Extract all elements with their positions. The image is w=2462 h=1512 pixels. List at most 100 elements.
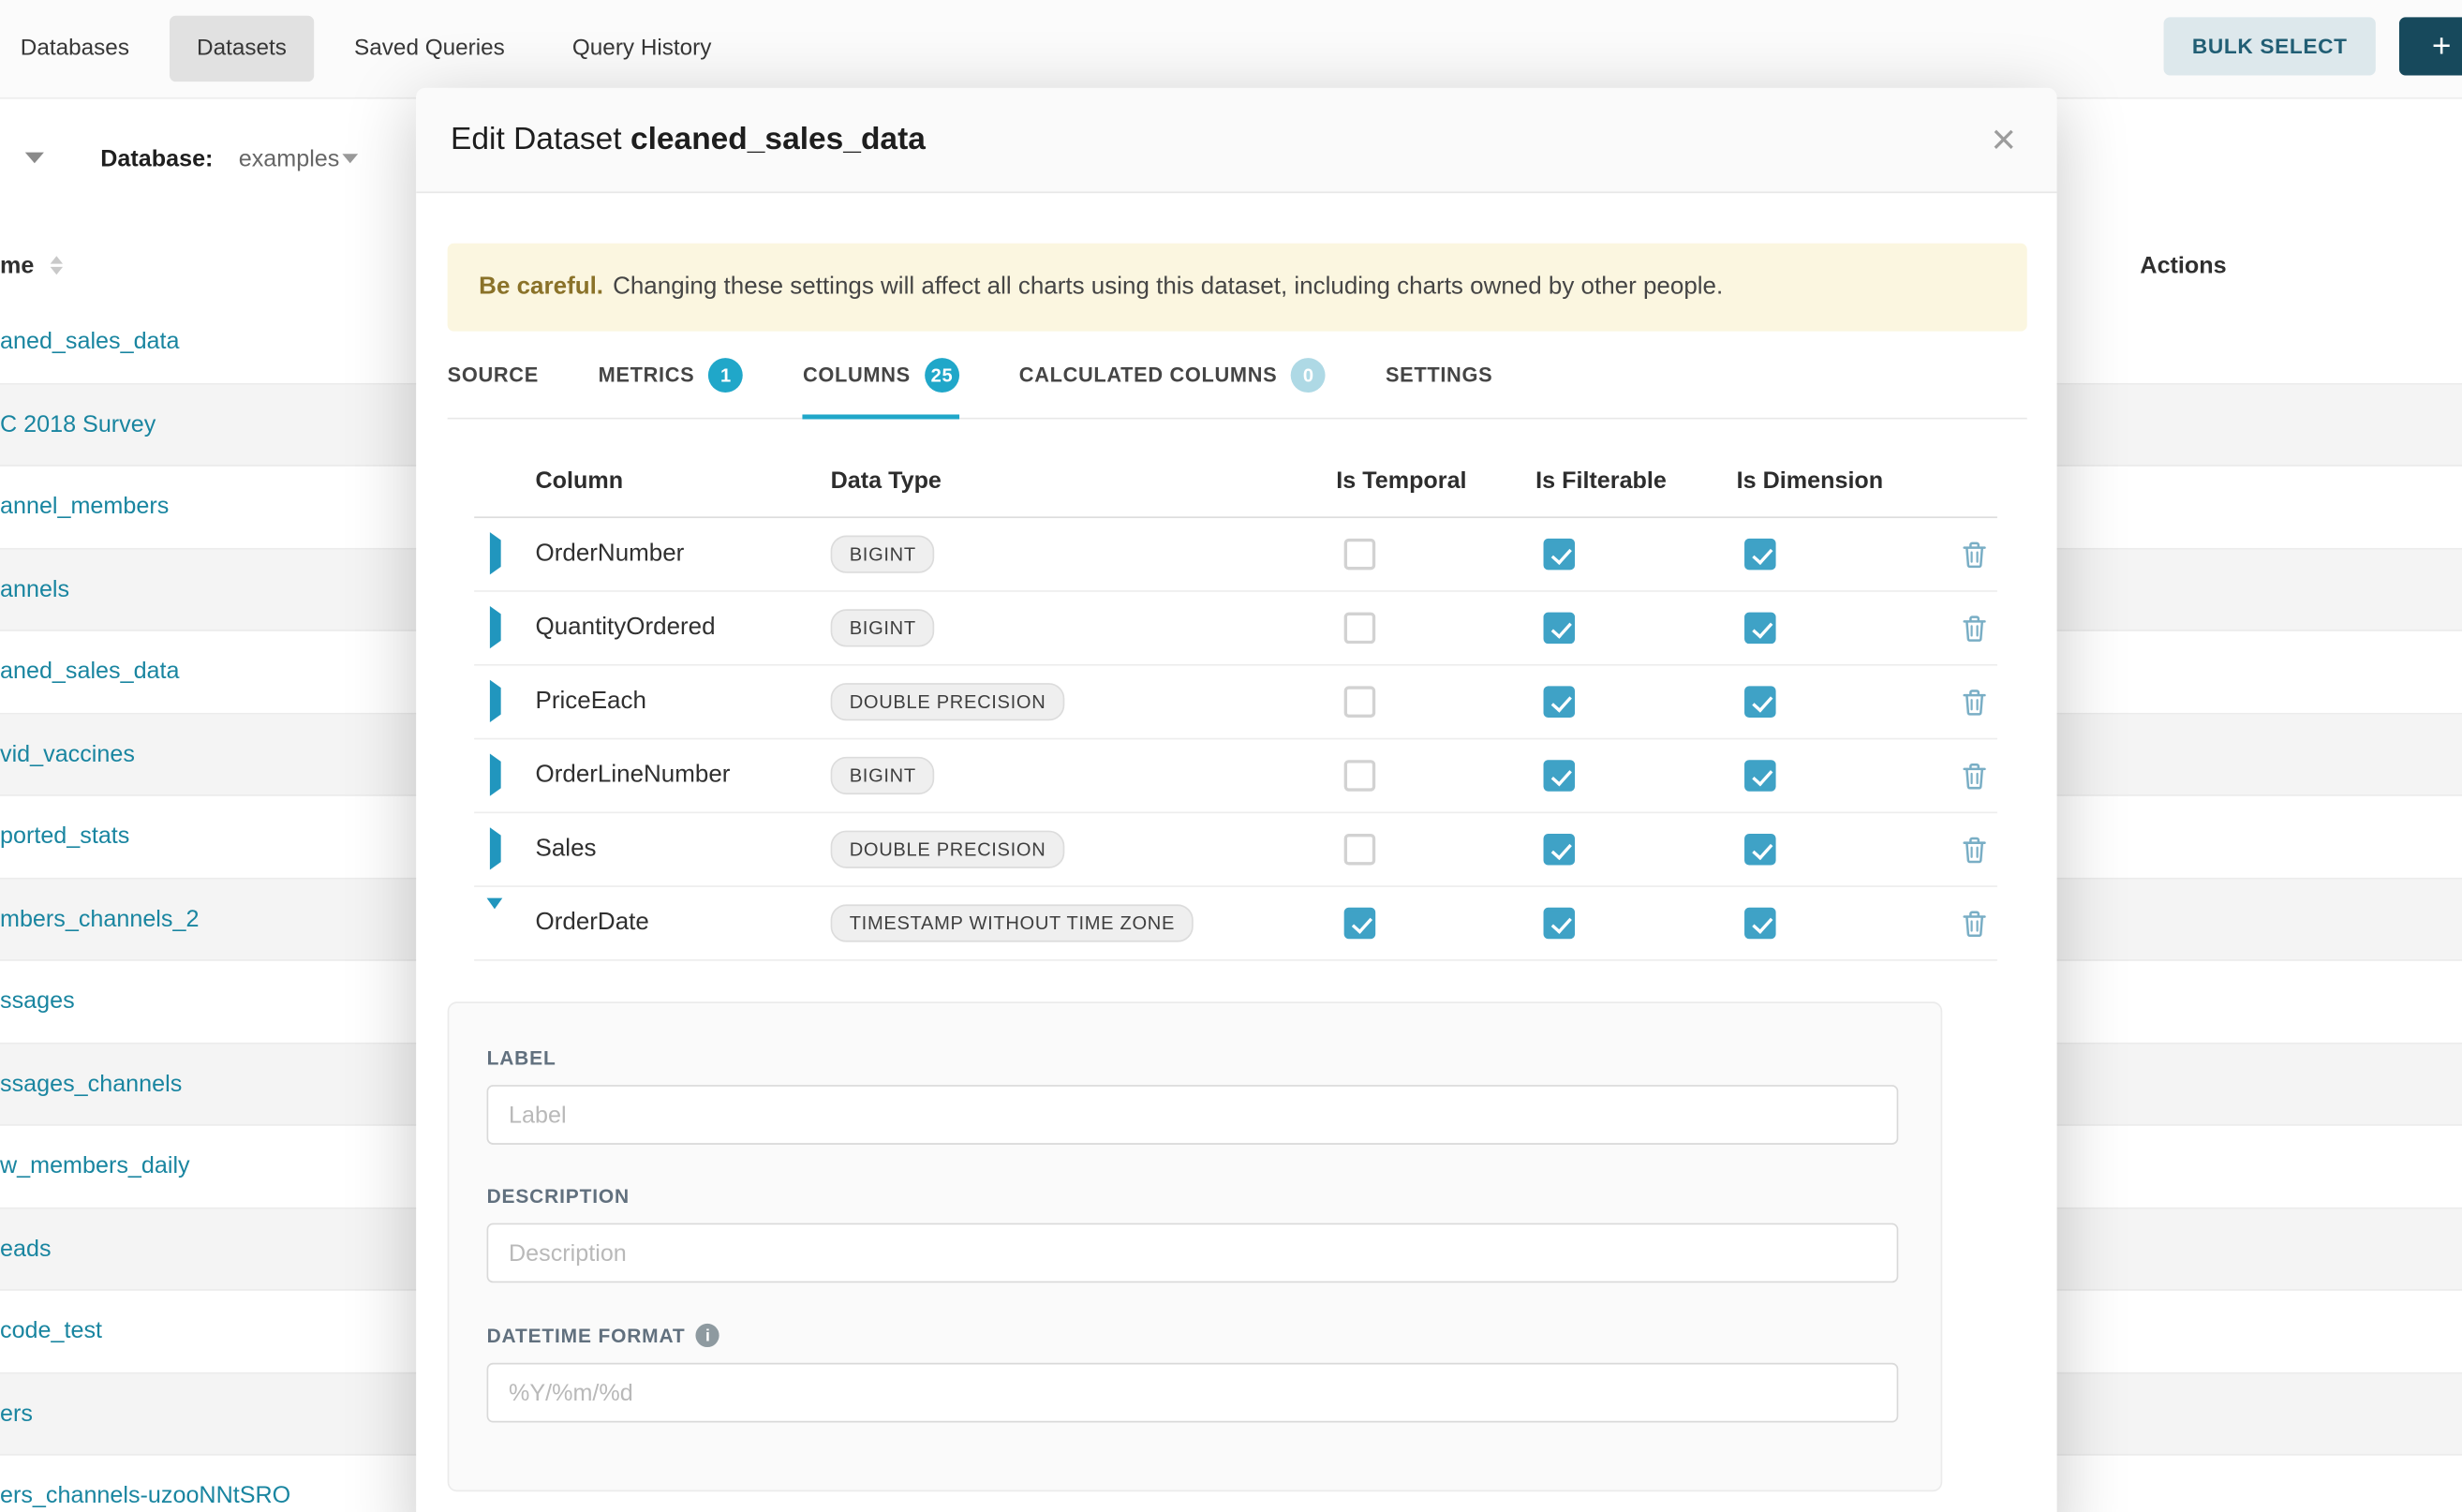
add-button[interactable]: + <box>2399 17 2462 75</box>
is-dimension-checkbox[interactable] <box>1744 613 1776 645</box>
column-name: Sales <box>536 836 831 864</box>
column-row: OrderNumber BIGINT <box>474 518 1997 592</box>
columns-table-body: OrderNumber BIGINT QuantityOrdered BIGIN… <box>474 518 1997 961</box>
is-filterable-checkbox[interactable] <box>1544 539 1576 571</box>
column-name: OrderNumber <box>536 541 831 569</box>
dataset-link[interactable]: ers_channels-uzooNNtSRO <box>0 1483 290 1509</box>
tab-source[interactable]: SOURCE <box>448 332 539 418</box>
expand-caret-icon[interactable] <box>490 606 501 648</box>
dataset-link[interactable]: annels <box>0 576 69 602</box>
is-temporal-checkbox[interactable] <box>1344 760 1376 792</box>
is-dimension-checkbox[interactable] <box>1744 908 1776 940</box>
tab-label: SOURCE <box>448 363 539 386</box>
tab-label: SETTINGS <box>1386 363 1492 386</box>
expand-caret-icon[interactable] <box>490 753 501 795</box>
dataset-link[interactable]: ers <box>0 1401 33 1427</box>
warning-text: Changing these settings will affect all … <box>613 274 1723 302</box>
modal-title-prefix: Edit Dataset <box>451 122 622 156</box>
nav-tab-saved-queries[interactable]: Saved Queries <box>328 16 532 82</box>
tab-columns[interactable]: COLUMNS 25 <box>803 332 959 418</box>
dataset-link[interactable]: w_members_daily <box>0 1153 190 1179</box>
column-header-is-filterable: Is Filterable <box>1535 467 1737 494</box>
dataset-link[interactable]: annel_members <box>0 494 169 520</box>
column-name: PriceEach <box>536 688 831 716</box>
datetime-format-input[interactable] <box>487 1363 1899 1423</box>
delete-column-icon[interactable] <box>1963 910 1986 936</box>
dataset-link[interactable]: vid_vaccines <box>0 741 135 767</box>
database-filter-value[interactable]: examples <box>239 146 340 172</box>
dataset-link[interactable]: mbers_channels_2 <box>0 906 199 932</box>
warning-bold: Be careful. <box>479 274 603 302</box>
data-type-badge: BIGINT <box>831 757 935 794</box>
dataset-link[interactable]: ssages <box>0 988 75 1015</box>
dataset-link[interactable]: eads <box>0 1236 52 1262</box>
sort-icon[interactable] <box>50 256 62 274</box>
tab-label: COLUMNS <box>803 363 911 386</box>
is-filterable-checkbox[interactable] <box>1544 908 1576 940</box>
data-type-badge: TIMESTAMP WITHOUT TIME ZONE <box>831 904 1194 941</box>
dataset-link[interactable]: code_test <box>0 1318 102 1344</box>
column-row: QuantityOrdered BIGINT <box>474 592 1997 666</box>
nav-tab-datasets[interactable]: Datasets <box>171 16 314 82</box>
label-input[interactable] <box>487 1085 1899 1145</box>
dataset-link[interactable]: aned_sales_data <box>0 659 180 685</box>
actions-column-header: Actions <box>2140 252 2226 278</box>
info-icon[interactable] <box>696 1324 719 1347</box>
dataset-link[interactable]: ssages_channels <box>0 1071 182 1097</box>
expand-caret-icon[interactable] <box>490 680 501 722</box>
expand-caret-icon[interactable] <box>487 898 503 936</box>
bulk-select-button[interactable]: BULK SELECT <box>2164 17 2376 75</box>
tab-settings[interactable]: SETTINGS <box>1386 332 1492 418</box>
delete-column-icon[interactable] <box>1963 763 1986 789</box>
expand-caret-icon[interactable] <box>490 827 501 869</box>
tab-metrics[interactable]: METRICS 1 <box>599 332 744 418</box>
delete-column-icon[interactable] <box>1963 689 1986 715</box>
dataset-link[interactable]: C 2018 Survey <box>0 411 156 437</box>
is-dimension-checkbox[interactable] <box>1744 539 1776 571</box>
nav-tab-label: Databases <box>21 37 129 62</box>
data-type-badge: BIGINT <box>831 536 935 573</box>
top-navigation: Databases Datasets Saved Queries Query Hist… <box>0 0 2462 99</box>
tab-count-badge: 1 <box>708 357 743 392</box>
is-temporal-checkbox[interactable] <box>1344 908 1376 940</box>
modal-tabs: SOURCE METRICS 1 COLUMNS 25 CALCULATED C… <box>448 332 2027 420</box>
delete-column-icon[interactable] <box>1963 615 1986 641</box>
is-dimension-checkbox[interactable] <box>1744 834 1776 866</box>
column-name: OrderLineNumber <box>536 762 831 790</box>
nav-tab-databases[interactable]: Databases <box>0 16 156 82</box>
is-temporal-checkbox[interactable] <box>1344 613 1376 645</box>
column-row: Sales DOUBLE PRECISION <box>474 813 1997 887</box>
is-temporal-checkbox[interactable] <box>1344 834 1376 866</box>
delete-column-icon[interactable] <box>1963 541 1986 567</box>
is-dimension-checkbox[interactable] <box>1744 686 1776 718</box>
is-filterable-checkbox[interactable] <box>1544 686 1576 718</box>
is-temporal-checkbox[interactable] <box>1344 539 1376 571</box>
nav-tab-label: Datasets <box>197 37 287 62</box>
filter-dropdown-caret-icon[interactable] <box>25 153 44 164</box>
expand-caret-icon[interactable] <box>490 532 501 574</box>
column-header-column: Column <box>536 467 831 494</box>
database-dropdown-caret-icon[interactable] <box>342 154 358 163</box>
label-field-label: LABEL <box>487 1047 1899 1069</box>
description-input[interactable] <box>487 1223 1899 1283</box>
is-filterable-checkbox[interactable] <box>1544 834 1576 866</box>
nav-tab-label: Saved Queries <box>354 37 505 62</box>
name-column-header[interactable]: me <box>0 252 34 278</box>
datetime-format-field-label: DATETIME FORMAT <box>487 1324 1899 1347</box>
dataset-link[interactable]: ported_stats <box>0 823 129 850</box>
is-filterable-checkbox[interactable] <box>1544 613 1576 645</box>
is-filterable-checkbox[interactable] <box>1544 760 1576 792</box>
database-filter-label: Database: <box>100 146 213 172</box>
warning-banner: Be careful. Changing these settings will… <box>448 244 2027 332</box>
dataset-link[interactable]: aned_sales_data <box>0 329 180 355</box>
column-row: OrderDate TIMESTAMP WITHOUT TIME ZONE <box>474 887 1997 961</box>
is-temporal-checkbox[interactable] <box>1344 686 1376 718</box>
tab-count-badge: 25 <box>925 357 959 392</box>
nav-tab-query-history[interactable]: Query History <box>545 16 738 82</box>
tab-calculated-columns[interactable]: CALCULATED COLUMNS 0 <box>1019 332 1326 418</box>
column-header-data-type: Data Type <box>831 467 1337 494</box>
is-dimension-checkbox[interactable] <box>1744 760 1776 792</box>
column-row: OrderLineNumber BIGINT <box>474 739 1997 813</box>
delete-column-icon[interactable] <box>1963 836 1986 862</box>
close-icon[interactable]: × <box>1985 115 2023 164</box>
